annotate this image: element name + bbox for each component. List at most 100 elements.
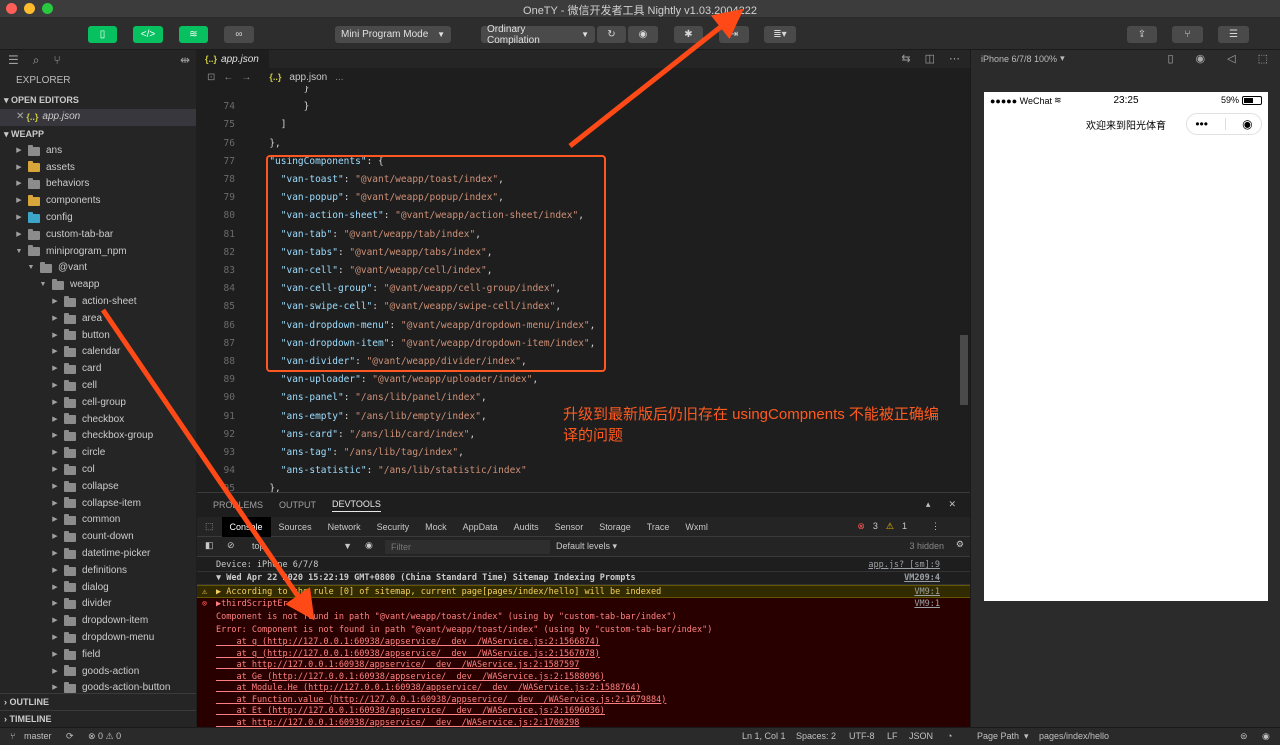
- tree-item[interactable]: ▼ @vant: [0, 260, 196, 277]
- chevron-right-icon[interactable]: ▶: [50, 546, 60, 563]
- devtools-tab-security[interactable]: Security: [369, 522, 418, 532]
- tree-item[interactable]: ▶ collapse: [0, 479, 196, 496]
- console-text[interactable]: at Et (http://127.0.0.1:60938/appservice…: [216, 706, 604, 716]
- chevron-right-icon[interactable]: ▶: [50, 596, 60, 613]
- tree-item[interactable]: ▶ assets: [0, 160, 196, 177]
- tree-item[interactable]: ▶ cell-group: [0, 395, 196, 412]
- tree-item[interactable]: ▶ dropdown-menu: [0, 630, 196, 647]
- devtools-tab-mock[interactable]: Mock: [417, 522, 455, 532]
- more-icon[interactable]: ⋯: [949, 52, 960, 65]
- console-text[interactable]: at Function.value (http://127.0.0.1:6093…: [216, 695, 666, 705]
- tree-item[interactable]: ▶ behaviors: [0, 176, 196, 193]
- clear-console-icon[interactable]: ⊘: [227, 540, 235, 551]
- back-icon[interactable]: ←: [223, 72, 233, 83]
- tree-item[interactable]: ▶ area: [0, 311, 196, 328]
- more-icon[interactable]: •••: [1195, 117, 1208, 131]
- console-filter-input[interactable]: Filter: [385, 540, 550, 554]
- devtools-tab-sources[interactable]: Sources: [271, 522, 320, 532]
- bookmark-icon[interactable]: ⊡: [207, 72, 215, 83]
- outline-section[interactable]: › OUTLINE: [0, 693, 196, 710]
- tree-item[interactable]: ▶ dropdown-item: [0, 613, 196, 630]
- devtools-tab-storage[interactable]: Storage: [591, 522, 639, 532]
- more-vert-icon[interactable]: ⋮: [931, 521, 940, 532]
- eye-icon[interactable]: ◉: [365, 540, 373, 551]
- chevron-right-icon[interactable]: ▶: [14, 227, 24, 244]
- issue-counts[interactable]: ⊗ 3 ⚠ 1 ⋮: [857, 521, 940, 532]
- devtools-tab-network[interactable]: Network: [320, 522, 369, 532]
- chevron-right-icon[interactable]: ▶: [50, 344, 60, 361]
- tree-item[interactable]: ▶ common: [0, 512, 196, 529]
- chevron-right-icon[interactable]: ▶: [50, 378, 60, 395]
- timeline-section[interactable]: › TIMELINE: [0, 710, 196, 727]
- inspect-icon[interactable]: ⬚: [197, 521, 222, 532]
- tree-item[interactable]: ▶ config: [0, 210, 196, 227]
- chevron-right-icon[interactable]: ▶: [50, 496, 60, 513]
- breadcrumb-more[interactable]: ...: [335, 72, 343, 83]
- details-button[interactable]: ☰: [1218, 26, 1249, 43]
- chevron-right-icon[interactable]: ▶: [50, 563, 60, 580]
- open-editors-section[interactable]: ▾ OPEN EDITORS: [0, 92, 196, 109]
- phone-screen[interactable]: ●●●●● WeChat ≋ 23:25 59% 欢迎来到阳光体育 ••• ◉: [984, 92, 1268, 601]
- page-path[interactable]: pages/index/hello: [1039, 731, 1109, 741]
- split-editor-icon[interactable]: ◫: [925, 52, 935, 65]
- chevron-right-icon[interactable]: ▶: [50, 445, 60, 462]
- context-select[interactable]: top ▼: [252, 541, 352, 551]
- record-icon[interactable]: ◉: [1196, 52, 1206, 65]
- chevron-right-icon[interactable]: ▶: [50, 529, 60, 546]
- tab-problems[interactable]: PROBLEMS: [213, 500, 263, 510]
- remote-debug-button[interactable]: ✱: [674, 26, 703, 43]
- version-control-button[interactable]: ⑂: [1172, 26, 1203, 43]
- chevron-right-icon[interactable]: ▶: [50, 512, 60, 529]
- cloud-button[interactable]: ∞: [224, 26, 254, 43]
- sync-icon[interactable]: ⟳: [66, 731, 74, 742]
- chevron-right-icon[interactable]: ▶: [50, 630, 60, 647]
- devtools-tab-wxml[interactable]: Wxml: [677, 522, 716, 532]
- chevron-right-icon[interactable]: ▶: [50, 311, 60, 328]
- tree-item[interactable]: ▶ button: [0, 328, 196, 345]
- refresh-button[interactable]: ↻: [597, 26, 626, 43]
- tree-item[interactable]: ▶ calendar: [0, 344, 196, 361]
- compare-icon[interactable]: ⇆: [901, 52, 910, 65]
- console-text[interactable]: at http://127.0.0.1:60938/appservice/__d…: [216, 660, 579, 670]
- tree-item[interactable]: ▶ action-sheet: [0, 294, 196, 311]
- tree-item[interactable]: ▶ count-down: [0, 529, 196, 546]
- line-ending[interactable]: LF: [887, 731, 898, 741]
- editor-toggle-button[interactable]: </>: [133, 26, 163, 43]
- chevron-right-icon[interactable]: ▶: [14, 193, 24, 210]
- simulator-toggle-button[interactable]: ▯: [88, 26, 117, 43]
- tree-item[interactable]: ▶ dialog: [0, 580, 196, 597]
- chevron-right-icon[interactable]: ▶: [50, 580, 60, 597]
- console-source-link[interactable]: VM209:4: [904, 572, 940, 585]
- levels-select[interactable]: Default levels ▾: [556, 541, 617, 552]
- tree-item[interactable]: ▶ custom-tab-bar: [0, 227, 196, 244]
- encoding[interactable]: UTF-8: [849, 731, 875, 741]
- tree-item[interactable]: ▼ weapp: [0, 277, 196, 294]
- chevron-right-icon[interactable]: ▶: [50, 328, 60, 345]
- language-mode[interactable]: JSON: [909, 731, 933, 741]
- popout-icon[interactable]: ⬚: [1258, 52, 1268, 65]
- tree-item[interactable]: ▶ checkbox-group: [0, 428, 196, 445]
- bell-icon[interactable]: ◔: [947, 731, 952, 741]
- cache-button[interactable]: ≣▾: [764, 26, 796, 43]
- list-icon[interactable]: ☰: [8, 53, 19, 67]
- console-source-link[interactable]: VM9:1: [914, 598, 940, 611]
- devtools-tab-trace[interactable]: Trace: [639, 522, 678, 532]
- debugger-toggle-button[interactable]: ≋: [179, 26, 208, 43]
- tree-item[interactable]: ▼ miniprogram_npm: [0, 244, 196, 261]
- phone-icon[interactable]: ▯: [1167, 52, 1173, 65]
- indentation[interactable]: Spaces: 2: [796, 731, 836, 741]
- chevron-right-icon[interactable]: ▶: [50, 395, 60, 412]
- close-icon[interactable]: ✕: [16, 109, 24, 126]
- editor-scrollbar[interactable]: [960, 335, 968, 405]
- devtools-tab-sensor[interactable]: Sensor: [547, 522, 592, 532]
- chevron-right-icon[interactable]: ▶: [50, 361, 60, 378]
- tab-output[interactable]: OUTPUT: [279, 500, 316, 510]
- devtools-tab-appdata[interactable]: AppData: [455, 522, 506, 532]
- compile-select[interactable]: Ordinary Compilation ▼: [481, 24, 595, 46]
- console-text[interactable]: at q (http://127.0.0.1:60938/appservice/…: [216, 637, 599, 647]
- switch-backstage-button[interactable]: ⇥: [719, 26, 749, 43]
- chevron-right-icon[interactable]: ▶: [50, 428, 60, 445]
- project-section[interactable]: ▾ WEAPP: [0, 126, 196, 143]
- git-branch-icon[interactable]: ⑂: [54, 53, 61, 67]
- tree-item[interactable]: ▶ datetime-picker: [0, 546, 196, 563]
